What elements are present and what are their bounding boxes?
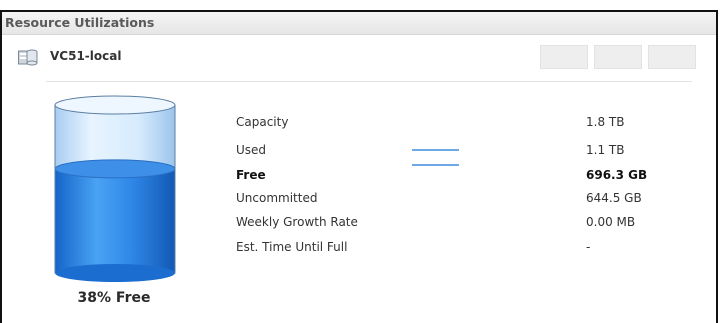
capacity-cylinder-gauge	[54, 95, 176, 282]
metric-label: Uncommitted	[236, 191, 318, 205]
panel-title: Resource Utilizations	[5, 15, 155, 30]
metric-label: Capacity	[236, 115, 289, 129]
database-icon	[18, 49, 38, 66]
datastore-name[interactable]: VC51-local	[50, 49, 121, 63]
divider	[46, 81, 692, 82]
metric-label: Est. Time Until Full	[236, 240, 348, 254]
source-row: VC51-local	[2, 36, 716, 74]
toolbar-button-1[interactable]	[540, 45, 588, 69]
metric-row-capacity: Capacity 1.8 TB	[236, 115, 696, 135]
cylinder-liquid	[54, 159, 176, 282]
metric-value: 1.1 TB	[586, 143, 625, 157]
metric-label: Used	[236, 143, 267, 157]
toolbar-button-2[interactable]	[594, 45, 642, 69]
metric-value: 1.8 TB	[586, 115, 625, 129]
metric-row-time-until-full: Est. Time Until Full -	[236, 240, 696, 260]
metric-value: 696.3 GB	[586, 168, 648, 182]
metric-value: 0.00 MB	[586, 215, 636, 229]
metric-row-uncommitted: Uncommitted 644.5 GB	[236, 191, 696, 211]
metric-label: Free	[236, 168, 266, 182]
used-legend-line	[412, 149, 459, 151]
metric-value: 644.5 GB	[586, 191, 642, 205]
toolbar-button-3[interactable]	[648, 45, 696, 69]
metric-row-used: Used 1.1 TB	[236, 143, 696, 163]
metric-value: -	[586, 240, 591, 254]
panel-header: Resource Utilizations	[2, 12, 716, 35]
metric-label: Weekly Growth Rate	[236, 215, 358, 229]
metric-row-free: Free 696.3 GB	[236, 168, 696, 188]
free-legend-line	[412, 164, 459, 166]
free-percentage-label: 38% Free	[77, 290, 151, 306]
metric-row-weekly-growth: Weekly Growth Rate 0.00 MB	[236, 215, 696, 235]
